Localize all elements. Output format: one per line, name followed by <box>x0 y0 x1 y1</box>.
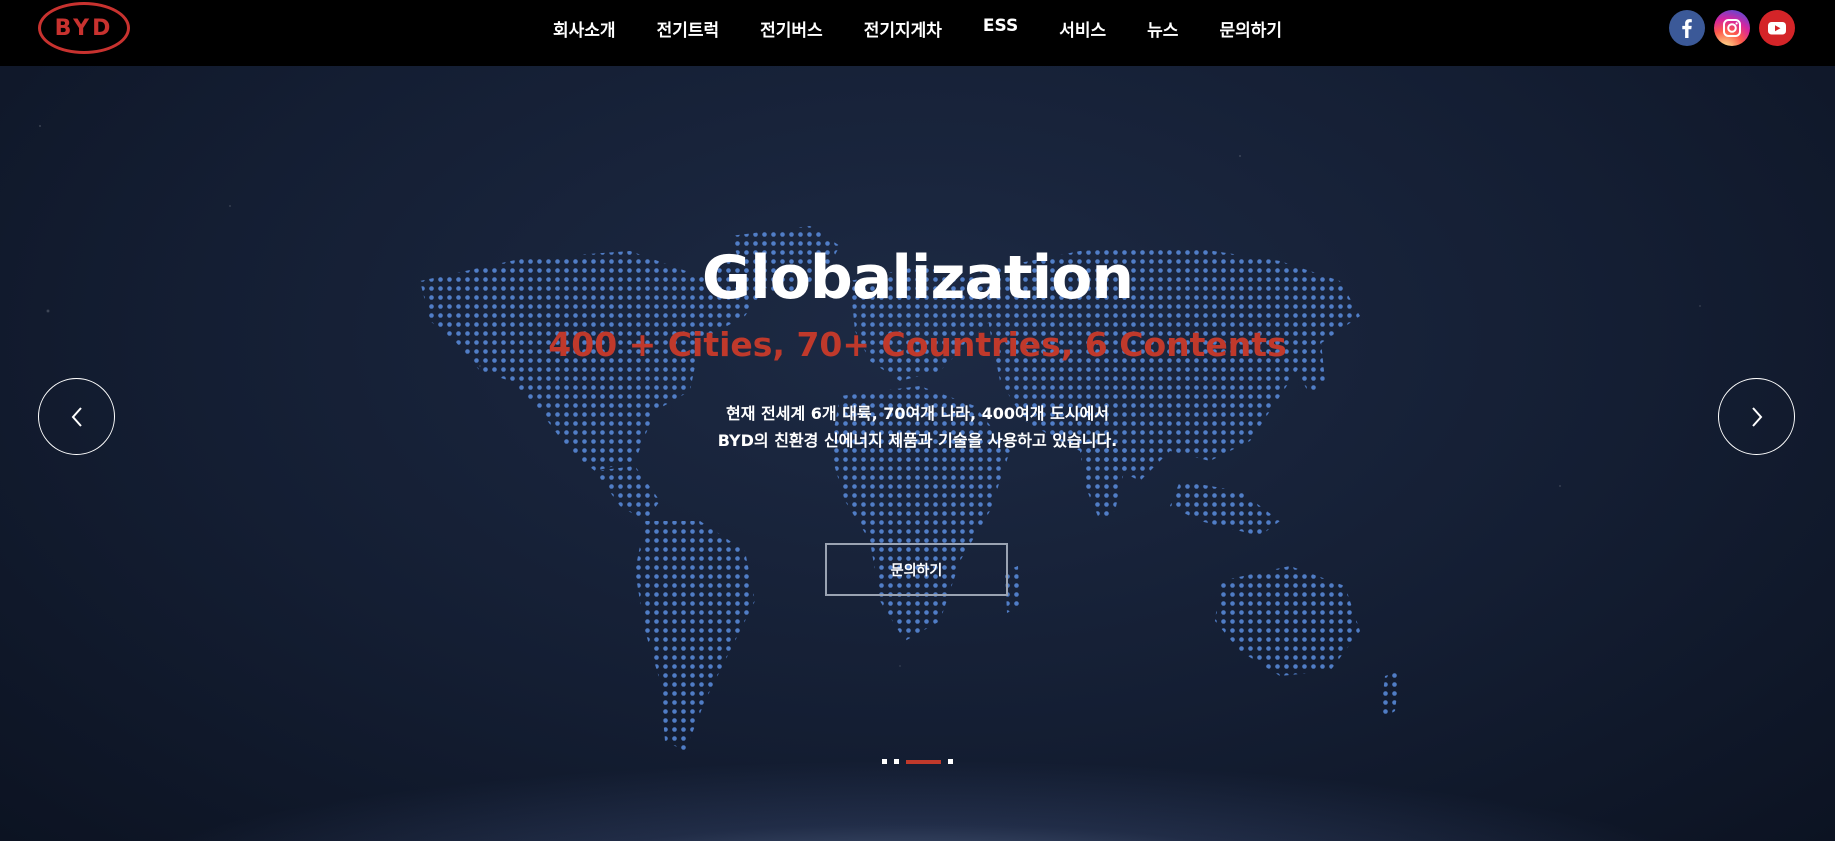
pagination-dot-2[interactable] <box>894 759 899 764</box>
nav-item-electric-truck[interactable]: 전기트럭 <box>657 16 720 41</box>
chevron-left-icon <box>71 406 82 427</box>
facebook-icon <box>1682 19 1692 38</box>
nav-item-news[interactable]: 뉴스 <box>1147 16 1178 41</box>
contact-button[interactable]: 문의하기 <box>825 543 1008 596</box>
slide-title: Globalization <box>701 243 1134 313</box>
slide-subtitle: 400 + Cities, 70+ Countries, 6 Contents <box>548 325 1287 364</box>
byd-logo[interactable]: BYD <box>38 2 130 54</box>
pagination-dot-1[interactable] <box>882 759 887 764</box>
nav-item-electric-bus[interactable]: 전기버스 <box>760 16 823 41</box>
description-line-2: BYD의 친환경 신에너지 제품과 기술을 사용하고 있습니다. <box>717 431 1118 450</box>
nav-item-contact[interactable]: 문의하기 <box>1219 16 1282 41</box>
next-slide-button[interactable] <box>1718 378 1795 455</box>
youtube-link[interactable] <box>1759 10 1795 46</box>
nav-item-company[interactable]: 회사소개 <box>553 16 616 41</box>
slide-description: 현재 전세계 6개 대륙, 70여개 나라, 400여개 도시에서 BYD의 친… <box>0 400 1835 454</box>
slide-pagination <box>0 759 1835 764</box>
nav-item-ess[interactable]: ESS <box>983 16 1018 41</box>
main-nav: 회사소개 전기트럭 전기버스 전기지게차 ESS 서비스 뉴스 문의하기 <box>0 0 1835 56</box>
youtube-icon <box>1768 22 1786 35</box>
chevron-right-icon <box>1751 406 1762 427</box>
nav-item-electric-forklift[interactable]: 전기지게차 <box>864 16 942 41</box>
prev-slide-button[interactable] <box>38 378 115 455</box>
instagram-link[interactable] <box>1714 10 1750 46</box>
nav-item-service[interactable]: 서비스 <box>1059 16 1106 41</box>
hero-slider: Globalization 400 + Cities, 70+ Countrie… <box>0 66 1835 841</box>
facebook-link[interactable] <box>1669 10 1705 46</box>
pagination-dot-3-active[interactable] <box>906 759 941 764</box>
site-header: BYD 회사소개 전기트럭 전기버스 전기지게차 ESS 서비스 뉴스 문의하기 <box>0 0 1835 66</box>
pagination-dot-4[interactable] <box>948 759 953 764</box>
description-line-1: 현재 전세계 6개 대륙, 70여개 나라, 400여개 도시에서 <box>726 404 1109 423</box>
instagram-icon <box>1723 19 1741 37</box>
